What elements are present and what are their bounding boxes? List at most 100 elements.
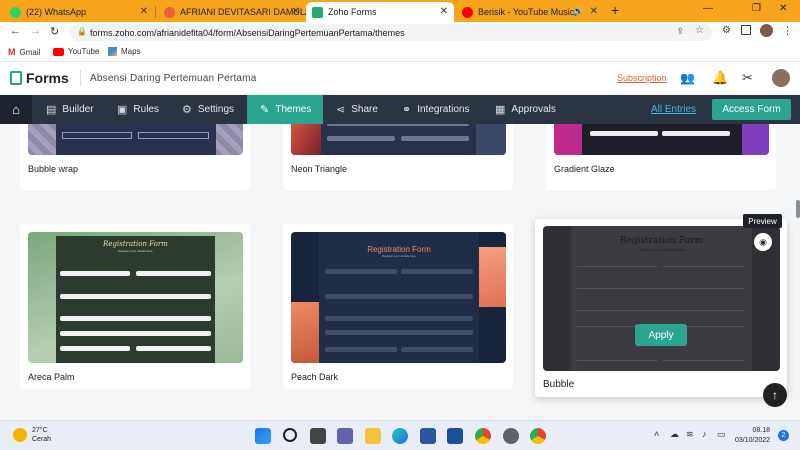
field (325, 330, 473, 335)
side-panel-icon[interactable] (741, 25, 751, 35)
theme-card-gradient-glaze[interactable]: Gradient Glaze (546, 124, 776, 190)
tab-builder[interactable]: ▤ Builder (46, 95, 94, 124)
url-bar[interactable]: 🔒 forms.zoho.com/afrianidefita04/form/Ab… (70, 24, 712, 41)
reload-icon[interactable]: ↻ (50, 25, 59, 38)
app-header: Forms Absensi Daring Pertemuan Pertama S… (0, 62, 800, 95)
bell-icon[interactable]: 🔔 (712, 70, 728, 86)
store-icon[interactable] (420, 428, 436, 444)
edge-icon[interactable] (392, 428, 408, 444)
tab-separator (155, 6, 156, 18)
bookmark-label: Maps (121, 47, 141, 56)
volume-icon[interactable]: ♪ (702, 429, 707, 439)
nav-label: Rules (133, 104, 159, 115)
search-icon[interactable] (283, 428, 297, 442)
nav-label: Integrations (417, 104, 470, 115)
bookmark-gmail[interactable]: M Gmail (8, 47, 40, 57)
new-tab-button[interactable]: + (611, 2, 619, 18)
chevron-up-icon[interactable]: ˄ (654, 429, 659, 439)
share-icon[interactable]: ⇪ (676, 26, 684, 37)
field (663, 266, 745, 267)
scrollbar-thumb[interactable] (796, 200, 800, 218)
weather-widget[interactable]: 27°C Cerah (13, 426, 51, 444)
taskbar: 27°C Cerah ˄ ☁ ≋ ♪ ▭ 08.18 03/10/2022 2 (0, 420, 800, 450)
whatsapp-icon (10, 6, 21, 18)
tab-share[interactable]: ⋖ Share (336, 95, 378, 124)
zoho-forms-logo[interactable]: Forms (10, 70, 69, 86)
tab-themes[interactable]: ✎ Themes (247, 95, 323, 124)
tab-whatsapp[interactable]: (22) WhatsApp ✕ (4, 2, 154, 22)
maps-icon (108, 47, 117, 56)
nav-label: Approvals (511, 104, 556, 115)
builder-icon: ▤ (46, 104, 57, 116)
restore-icon[interactable]: ❐ (752, 3, 761, 14)
tab-integrations[interactable]: ⚭ Integrations (402, 95, 469, 124)
user-avatar[interactable] (772, 69, 790, 87)
gear-icon: ⚙ (182, 104, 192, 116)
theme-card-bubble[interactable]: Registration Form Register your details … (535, 219, 787, 397)
tools-icon[interactable]: ✂ (742, 70, 753, 86)
menu-icon[interactable]: ⋮ (782, 24, 793, 37)
theme-thumbnail (291, 124, 506, 155)
scroll-to-top-button[interactable]: ↑ (763, 383, 787, 407)
theme-name: Bubble wrap (28, 164, 79, 174)
theme-thumbnail: Registration Form Register your details … (543, 226, 780, 371)
bookmark-youtube[interactable]: YouTube (53, 47, 99, 56)
file-explorer-icon[interactable] (365, 428, 381, 444)
bookmark-star-icon[interactable]: ☆ (695, 25, 704, 36)
close-icon[interactable]: ✕ (440, 6, 448, 17)
task-view-icon[interactable] (310, 428, 326, 444)
field (577, 266, 657, 267)
back-icon[interactable]: ← (10, 25, 21, 37)
divider (80, 70, 81, 86)
field (401, 347, 473, 352)
home-button[interactable]: ⌂ (0, 95, 32, 124)
subscription-link[interactable]: Subscription (617, 73, 667, 83)
field (62, 132, 132, 139)
form-title: Absensi Daring Pertemuan Pertama (90, 73, 257, 84)
eye-icon[interactable]: ◉ (754, 233, 772, 251)
tab-afriani[interactable]: AFRIANI DEVITASARI DAMULAWA ✕ (158, 2, 306, 22)
close-window-icon[interactable]: ✕ (779, 3, 787, 14)
app-icon[interactable] (447, 428, 463, 444)
theme-name: Bubble (543, 379, 575, 390)
share-icon: ⋖ (336, 104, 346, 116)
cloud-icon[interactable]: ☁ (670, 429, 679, 440)
field (138, 132, 209, 139)
close-icon[interactable]: ✕ (590, 6, 598, 17)
settings-icon[interactable] (503, 428, 519, 444)
wifi-icon[interactable]: ≋ (686, 429, 694, 440)
speaker-icon[interactable]: 🔊 (573, 6, 584, 17)
tab-rules[interactable]: ▣ Rules (117, 95, 159, 124)
tab-approvals[interactable]: ▦ Approvals (495, 95, 556, 124)
chrome-icon[interactable] (475, 428, 491, 444)
extensions-icon[interactable]: ⚙ (722, 25, 731, 36)
chrome-profile-icon[interactable] (530, 428, 546, 444)
tab-title: AFRIANI DEVITASARI DAMULAWA (180, 7, 306, 17)
apply-button[interactable]: Apply (635, 324, 687, 346)
tab-settings[interactable]: ⚙ Settings (182, 95, 234, 124)
form-preview: Registration Form Register your details … (571, 226, 752, 371)
theme-card-peach-dark[interactable]: Registration Form Register your details … (283, 224, 513, 389)
people-icon[interactable]: 👥 (680, 71, 695, 85)
start-icon[interactable] (255, 428, 271, 444)
tab-zoho-forms[interactable]: Zoho Forms ✕ (306, 2, 454, 22)
profile-avatar[interactable] (760, 24, 773, 37)
battery-icon[interactable]: ▭ (717, 429, 726, 440)
all-entries-link[interactable]: All Entries (651, 104, 696, 115)
notification-badge[interactable]: 2 (778, 430, 789, 441)
minimize-icon[interactable]: — (703, 3, 713, 14)
teams-icon[interactable] (337, 428, 353, 444)
field (663, 360, 745, 361)
theme-card-areca-palm[interactable]: Registration Form Register your details … (20, 224, 250, 389)
access-form-button[interactable]: Access Form (712, 99, 791, 120)
bookmark-maps[interactable]: Maps (108, 47, 141, 56)
close-icon[interactable]: ✕ (140, 6, 148, 17)
clock[interactable]: 08.18 03/10/2022 (735, 426, 770, 446)
theme-card-neon-triangle[interactable]: Neon Triangle (283, 124, 513, 190)
close-icon[interactable]: ✕ (292, 6, 300, 17)
forward-icon[interactable]: → (30, 25, 41, 37)
field (577, 288, 745, 289)
tab-youtube-music[interactable]: Berisik - YouTube Music 🔊 ✕ (456, 2, 604, 22)
nav-label: Themes (275, 104, 312, 115)
theme-card-bubble-wrap[interactable]: Bubble wrap (20, 124, 250, 190)
